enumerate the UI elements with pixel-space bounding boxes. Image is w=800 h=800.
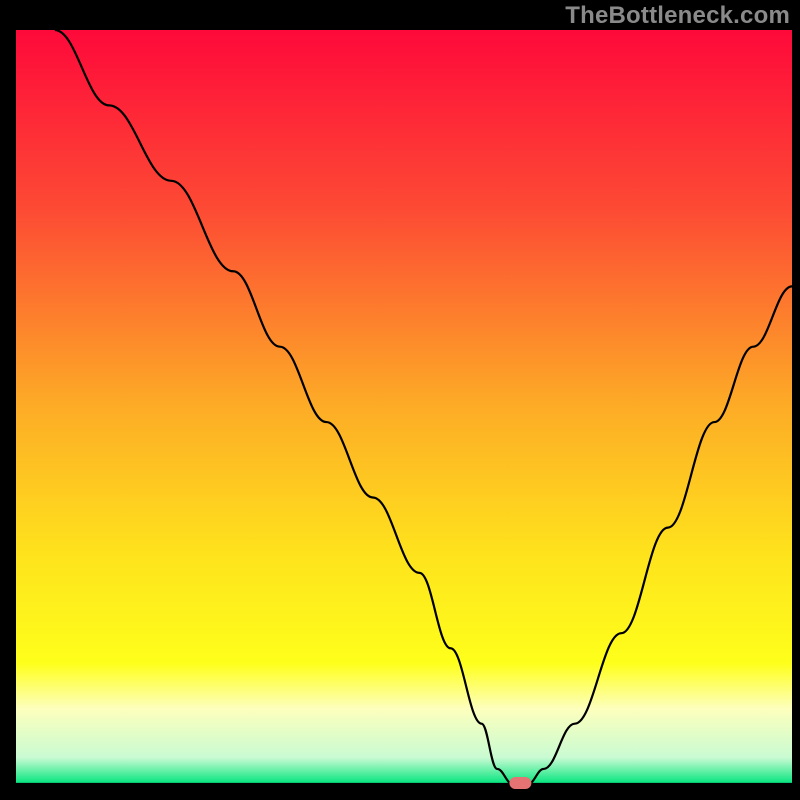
plot-background xyxy=(16,30,792,784)
watermark-label: TheBottleneck.com xyxy=(565,2,790,30)
chart-container: TheBottleneck.com xyxy=(0,0,800,800)
optimal-marker xyxy=(509,777,531,789)
bottleneck-chart xyxy=(0,0,800,800)
